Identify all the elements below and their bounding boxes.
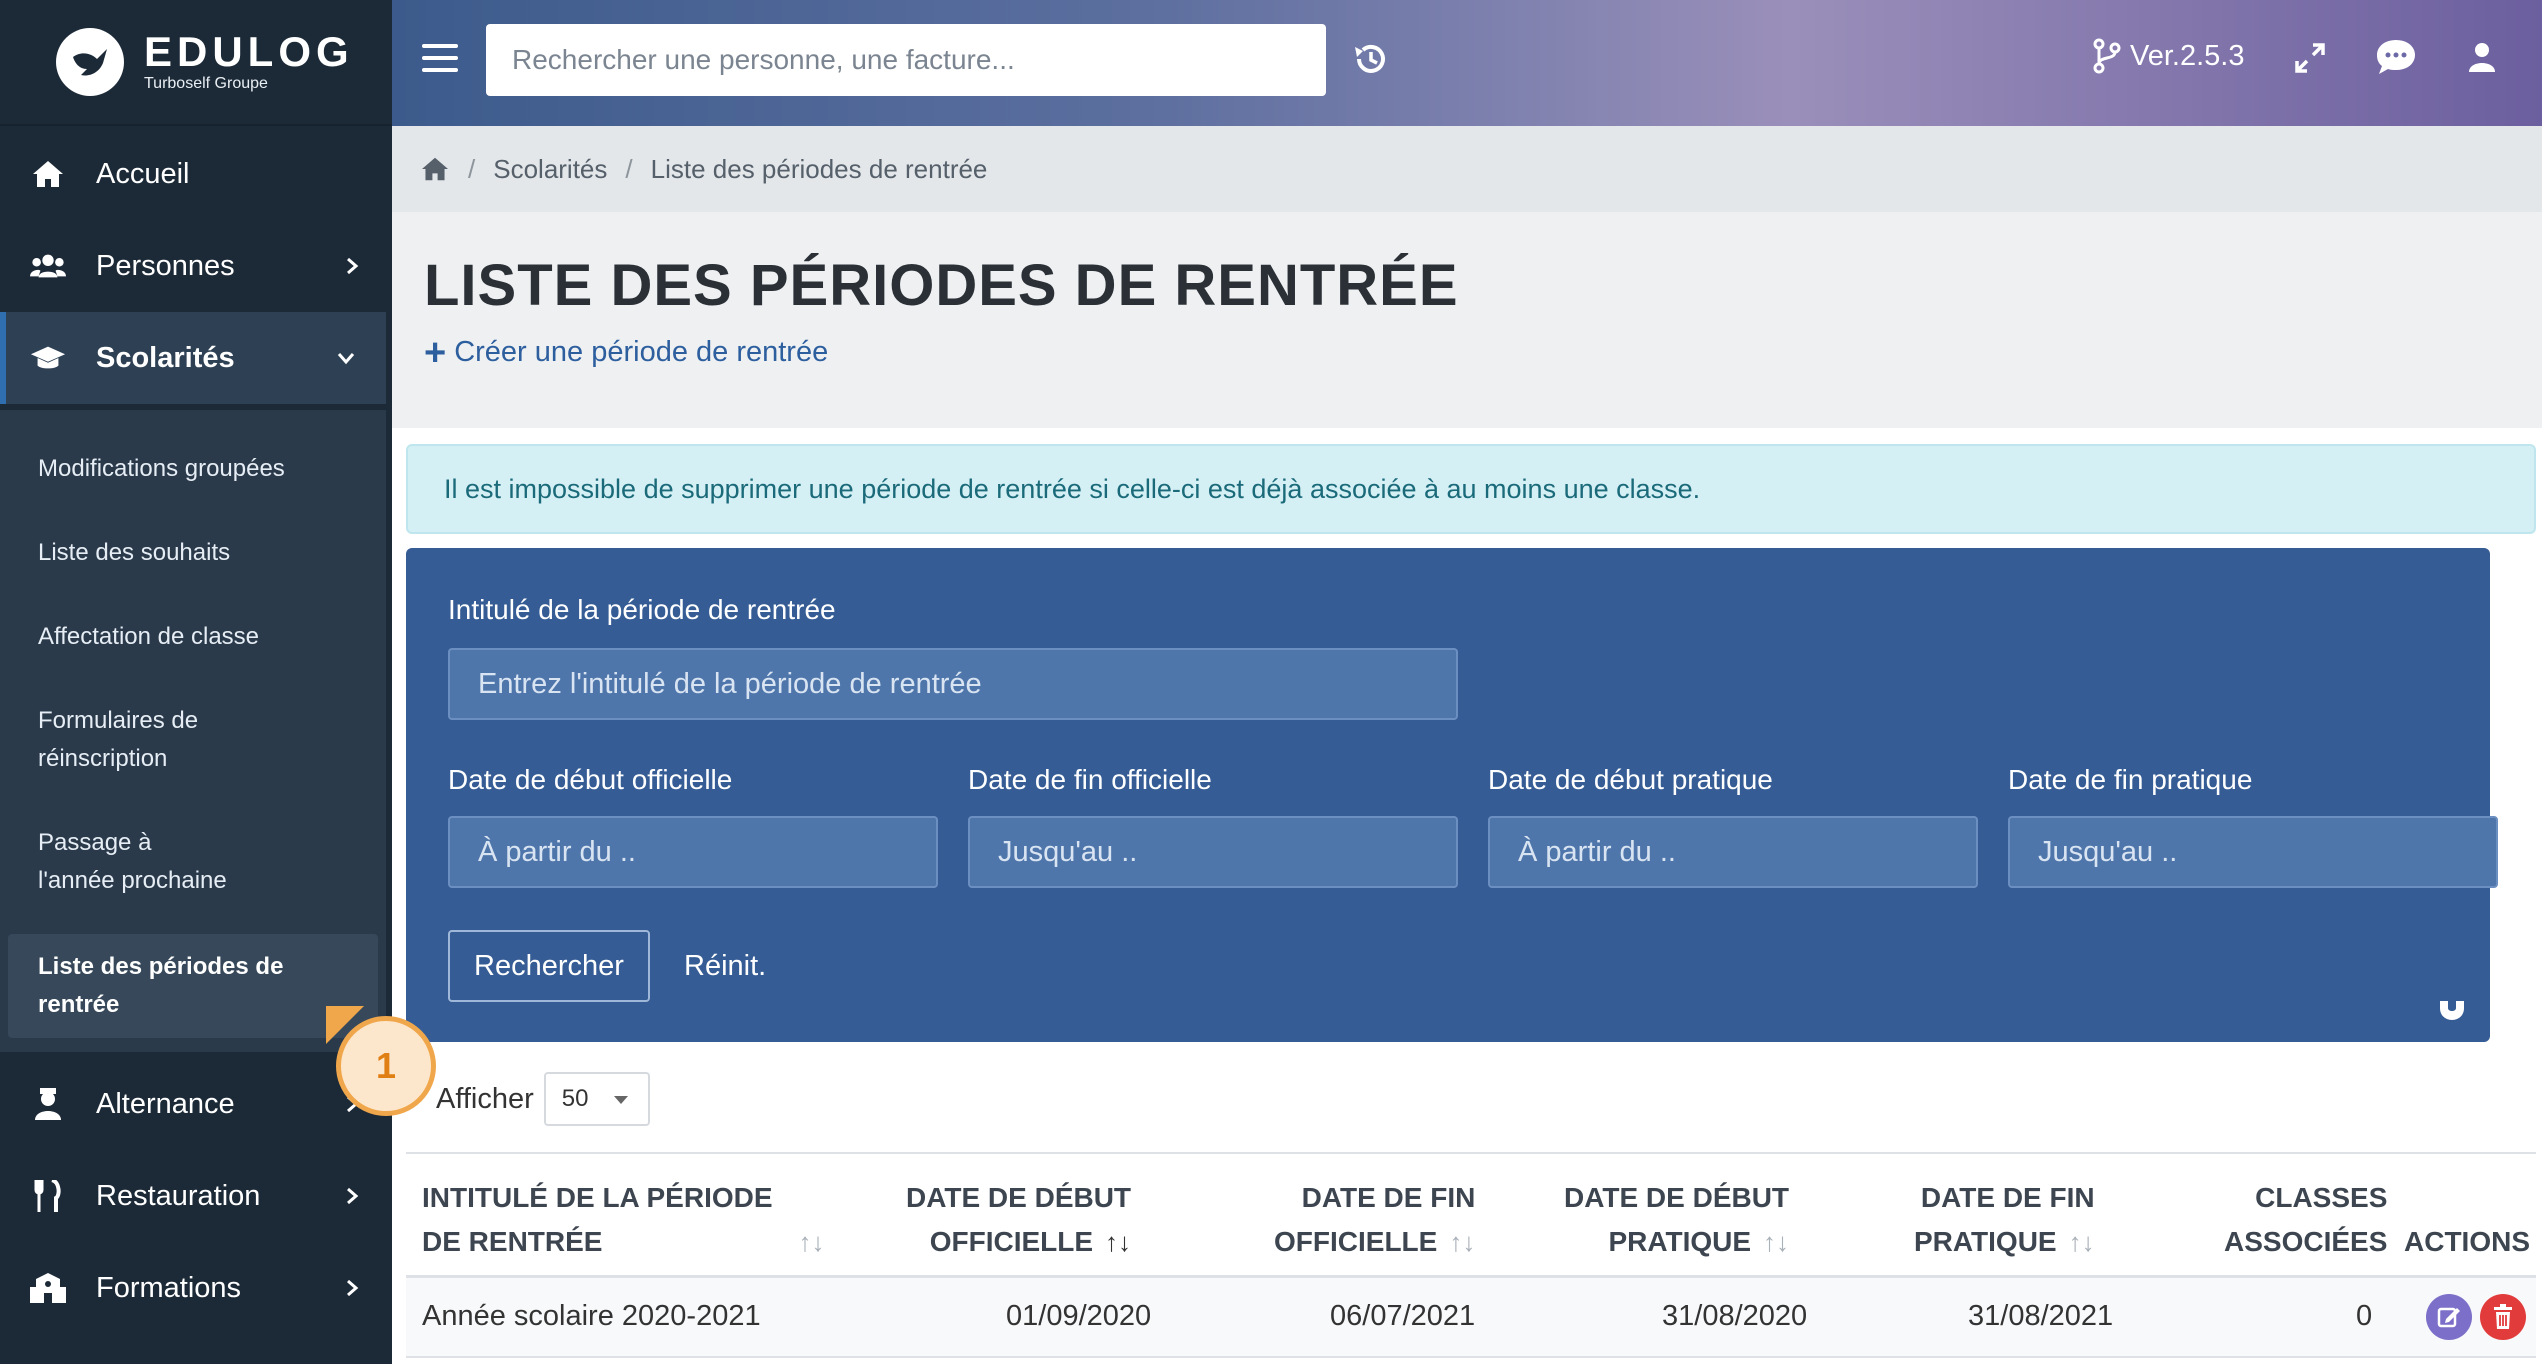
page-size-select[interactable]: 50 (543, 1072, 650, 1126)
home-icon (30, 156, 66, 192)
periods-table: INTITULÉ DE LA PÉRIODE DE RENTRÉE ↑↓ DATE… (406, 1152, 2536, 1358)
breadcrumb-scolarites[interactable]: Scolarités (493, 154, 607, 185)
history-icon[interactable] (1350, 38, 1392, 80)
submenu-item-liste-souhaits[interactable]: Liste des souhaits (0, 516, 386, 590)
brand-subtitle: Turboself Groupe (144, 75, 268, 92)
sidebar-item-formations[interactable]: Formations (0, 1242, 392, 1334)
plus-icon: + (424, 331, 447, 374)
graduation-cap-icon (30, 340, 66, 376)
utensils-icon (30, 1178, 66, 1214)
building-icon (30, 1270, 66, 1306)
column-end-official[interactable]: DATE DE FIN OFFICIELLE ↑↓ (1274, 1176, 1475, 1264)
delete-button[interactable] (2480, 1294, 2526, 1340)
version-label: Ver.2.5.3 (2130, 39, 2245, 72)
chevron-right-icon (347, 257, 359, 275)
chevron-right-icon (347, 1187, 359, 1205)
trash-icon (2494, 1304, 2512, 1329)
column-end-practical[interactable]: DATE DE FIN PRATIQUE ↑↓ (1914, 1176, 2095, 1264)
sidebar-item-label: Scolarités (96, 341, 235, 374)
table-header: INTITULÉ DE LA PÉRIODE DE RENTRÉE ↑↓ DATE… (406, 1152, 2536, 1278)
hamburger-menu-icon[interactable] (422, 44, 458, 74)
sort-icon: ↑↓ (798, 1227, 825, 1257)
info-alert: Il est impossible de supprimer une pério… (406, 444, 2536, 534)
column-start-official[interactable]: DATE DE DÉBUT OFFICIELLE ↑↓ (906, 1176, 1131, 1264)
expand-icon[interactable] (2292, 40, 2328, 76)
version-link[interactable]: Ver.2.5.3 (2092, 38, 2245, 74)
user-tie-icon (30, 1086, 66, 1122)
filter-end-official-label: Date de fin officielle (968, 764, 1212, 795)
table-row: Année scolaire 2020-2021 01/09/2020 06/0… (406, 1278, 2536, 1358)
user-account-icon[interactable] (2464, 38, 2500, 78)
cell-title: Année scolaire 2020-2021 (422, 1300, 761, 1332)
code-branch-icon (2093, 38, 2121, 74)
search-button[interactable]: Rechercher (448, 930, 650, 1002)
magnet-icon[interactable] (2436, 992, 2468, 1024)
create-period-label: Créer une période de rentrée (454, 336, 829, 368)
chevron-down-icon (337, 353, 355, 365)
users-icon (30, 248, 66, 284)
sidebar-item-personnes[interactable]: Personnes (0, 220, 392, 312)
column-start-practical[interactable]: DATE DE DÉBUT PRATIQUE ↑↓ (1564, 1176, 1789, 1264)
home-breadcrumb-icon[interactable] (420, 156, 450, 182)
page-size-value: 50 (561, 1085, 589, 1112)
global-search-input[interactable] (486, 24, 1326, 96)
sort-icon: ↑↓ (1449, 1227, 1476, 1257)
filter-title-label: Intitulé de la période de rentrée (448, 594, 836, 625)
breadcrumb: / Scolarités / Liste des périodes de ren… (392, 126, 2542, 212)
bird-logo-icon (56, 28, 124, 96)
cell-end-official: 06/07/2021 (1330, 1300, 1476, 1332)
step-callout-badge: 1 (336, 1016, 436, 1116)
page-header: LISTE DES PÉRIODES DE RENTRÉE + Créer un… (392, 212, 2542, 428)
submenu-item-passage-annee[interactable]: Passage à l'année prochaine (0, 806, 270, 918)
brand-logo[interactable]: EDULOG Turboself Groupe (0, 0, 392, 126)
sort-icon: ↑↓ (1763, 1227, 1790, 1257)
sidebar-item-accueil[interactable]: Accueil (0, 128, 392, 220)
topbar: Ver.2.5.3 (392, 0, 2542, 126)
chevron-right-icon (347, 1279, 359, 1297)
sidebar-item-label: Formations (96, 1271, 242, 1304)
breadcrumb-current: Liste des périodes de rentrée (650, 153, 988, 184)
submenu-item-affectation-classe[interactable]: Affectation de classe (0, 600, 386, 674)
sidebar-item-restauration[interactable]: Restauration (0, 1150, 392, 1242)
filter-start-official-input[interactable]: À partir du .. (448, 816, 938, 888)
cell-end-practical: 31/08/2021 (1968, 1300, 2114, 1332)
filter-end-practical-label: Date de fin pratique (2008, 764, 2253, 795)
submenu-item-formulaires-reinscription[interactable]: Formulaires de réinscription (0, 684, 290, 796)
cell-classes: 0 (2356, 1300, 2373, 1332)
cell-start-official: 01/09/2020 (1006, 1300, 1152, 1332)
filter-start-official-label: Date de début officielle (448, 764, 733, 795)
filter-start-practical-label: Date de début pratique (1488, 764, 1773, 795)
sidebar-item-alternance[interactable]: Alternance (0, 1058, 392, 1150)
brand-name: EDULOG (144, 28, 354, 75)
scolarites-submenu: Modifications groupées Liste des souhait… (0, 410, 386, 1052)
sidebar-item-scolarites[interactable]: Scolarités (0, 312, 386, 404)
filter-start-practical-input[interactable]: À partir du .. (1488, 816, 1978, 888)
sidebar-item-label: Restauration (96, 1179, 261, 1212)
sidebar-item-label: Personnes (96, 249, 235, 282)
chat-icon[interactable] (2374, 36, 2418, 78)
edit-icon (2437, 1307, 2460, 1328)
filter-title-input[interactable]: Entrez l'intitulé de la période de rentr… (448, 648, 1458, 720)
caret-down-icon (613, 1096, 628, 1104)
submenu-item-periodes-rentree[interactable]: Liste des périodes de rentrée (8, 934, 378, 1038)
edit-button[interactable] (2426, 1294, 2472, 1340)
reset-button[interactable]: Réinit. (684, 950, 766, 983)
column-actions: ACTIONS (2404, 1226, 2530, 1257)
page-title: LISTE DES PÉRIODES DE RENTRÉE (424, 253, 1459, 318)
sort-icon: ↑↓ (2068, 1227, 2095, 1257)
create-period-link[interactable]: + Créer une période de rentrée (424, 331, 829, 374)
submenu-item-modifications-groupees[interactable]: Modifications groupées (0, 432, 386, 506)
cell-start-practical: 31/08/2020 (1662, 1300, 1808, 1332)
sort-asc-icon: ↑↓ (1105, 1227, 1132, 1257)
column-classes: CLASSES ASSOCIÉES (2224, 1182, 2388, 1257)
filter-panel: Intitulé de la période de rentrée Entrez… (406, 548, 2498, 1042)
page-size-control: Afficher 50 (436, 1072, 650, 1126)
sidebar-item-label: Alternance (96, 1087, 235, 1120)
sidebar: EDULOG Turboself Groupe Accueil Personne… (0, 0, 392, 1364)
sidebar-item-label: Accueil (96, 157, 190, 190)
filter-end-practical-input[interactable]: Jusqu'au .. (2008, 816, 2498, 888)
column-title[interactable]: INTITULÉ DE LA PÉRIODE DE RENTRÉE ↑↓ (422, 1176, 824, 1264)
filter-end-official-input[interactable]: Jusqu'au .. (968, 816, 1458, 888)
show-label: Afficher (436, 1082, 534, 1115)
